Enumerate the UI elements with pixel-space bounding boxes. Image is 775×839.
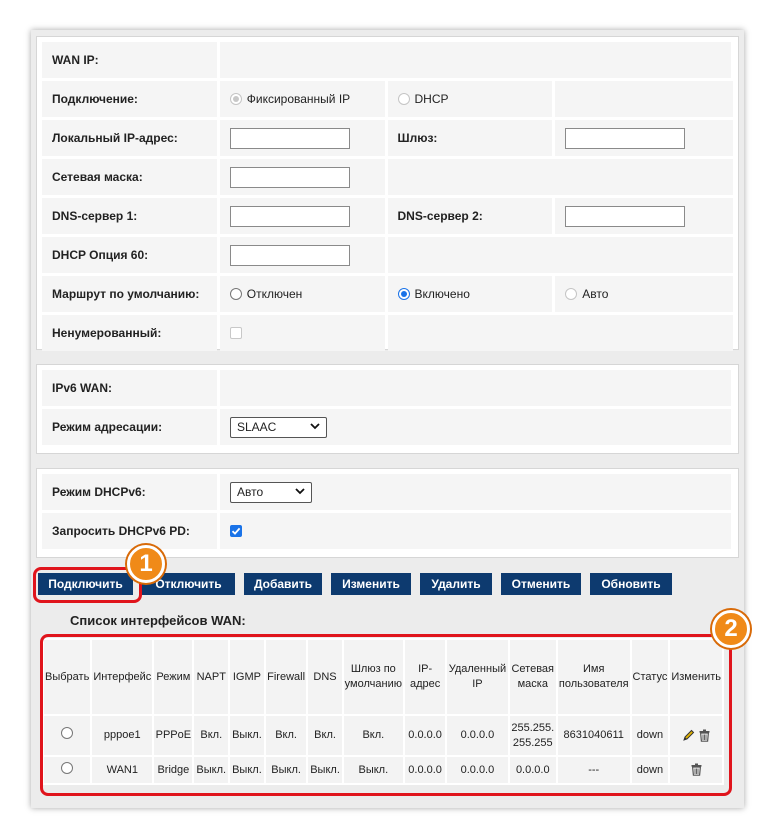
- default-route-off-radio[interactable]: [229, 288, 242, 300]
- dhcp-label: DHCP: [414, 92, 449, 106]
- fixed-ip-label: Фиксированный IP: [246, 92, 351, 106]
- modify-button[interactable]: Изменить: [331, 573, 411, 595]
- unnumbered-checkbox[interactable]: [229, 327, 242, 339]
- request-pd-checkbox[interactable]: [230, 525, 242, 537]
- netmask-input[interactable]: [229, 166, 350, 188]
- dhcp-opt60-label: DHCP Опция 60:: [42, 237, 217, 273]
- default-route-on-radio[interactable]: [397, 288, 410, 300]
- dhcp-opt60-input[interactable]: [229, 244, 350, 266]
- dhcpv6-mode-select[interactable]: Авто: [230, 481, 312, 503]
- annotation-badge-1: 1: [127, 545, 165, 583]
- fixed-ip-radio[interactable]: [229, 93, 242, 105]
- gateway-label: Шлюз:: [387, 120, 553, 156]
- local-ip-input[interactable]: [229, 127, 350, 149]
- request-pd-label: Запросить DHCPv6 PD:: [42, 513, 217, 549]
- chevron-down-icon: [295, 487, 305, 498]
- check-icon: [231, 527, 241, 535]
- dns2-input[interactable]: [565, 205, 686, 227]
- local-ip-label: Локальный IP-адрес:: [42, 120, 217, 156]
- addr-mode-select[interactable]: SLAAC: [230, 416, 327, 438]
- default-route-label: Маршрут по умолчанию:: [42, 276, 217, 312]
- chevron-down-icon: [310, 422, 320, 433]
- annotation-highlight-connect: [33, 567, 142, 603]
- default-route-off-option[interactable]: Отключен: [219, 276, 385, 312]
- wan-ip-panel: WAN IP: Подключение: Фиксированный IP DH…: [36, 36, 739, 351]
- gateway-input[interactable]: [565, 127, 686, 149]
- fixed-ip-option[interactable]: Фиксированный IP: [219, 81, 385, 117]
- wan-list-title: Список интерфейсов WAN:: [70, 613, 246, 628]
- netmask-label: Сетевая маска:: [42, 159, 217, 195]
- dhcp-option[interactable]: DHCP: [387, 81, 553, 117]
- cancel-button[interactable]: Отменить: [501, 573, 581, 595]
- addr-mode-label: Режим адресации:: [42, 409, 217, 445]
- dns1-input[interactable]: [229, 205, 350, 227]
- annotation-badge-2: 2: [712, 610, 750, 648]
- default-route-on-option[interactable]: Включено: [387, 276, 553, 312]
- dns1-label: DNS-сервер 1:: [42, 198, 217, 234]
- default-route-auto-option[interactable]: Авто: [555, 276, 734, 312]
- annotation-highlight-wan-list: [40, 634, 732, 796]
- refresh-button[interactable]: Обновить: [590, 573, 672, 595]
- ipv6-wan-header: IPv6 WAN:: [42, 370, 217, 406]
- dhcpv6-mode-value: Авто: [237, 485, 264, 499]
- default-route-off-label: Отключен: [246, 287, 303, 301]
- default-route-auto-label: Авто: [582, 287, 609, 301]
- wan-ip-header: WAN IP:: [42, 42, 217, 78]
- add-button[interactable]: Добавить: [244, 573, 322, 595]
- dhcpv6-mode-label: Режим DHCPv6:: [42, 474, 217, 510]
- connection-label: Подключение:: [42, 81, 217, 117]
- default-route-auto-radio[interactable]: [565, 288, 578, 300]
- dhcp-radio[interactable]: [397, 93, 410, 105]
- dns2-label: DNS-сервер 2:: [387, 198, 553, 234]
- delete-button[interactable]: Удалить: [420, 573, 492, 595]
- ipv6-wan-panel: IPv6 WAN: Режим адресации: SLAAC: [36, 364, 739, 454]
- addr-mode-value: SLAAC: [237, 420, 277, 434]
- unnumbered-label: Ненумерованный:: [42, 315, 217, 351]
- default-route-on-label: Включено: [414, 287, 470, 301]
